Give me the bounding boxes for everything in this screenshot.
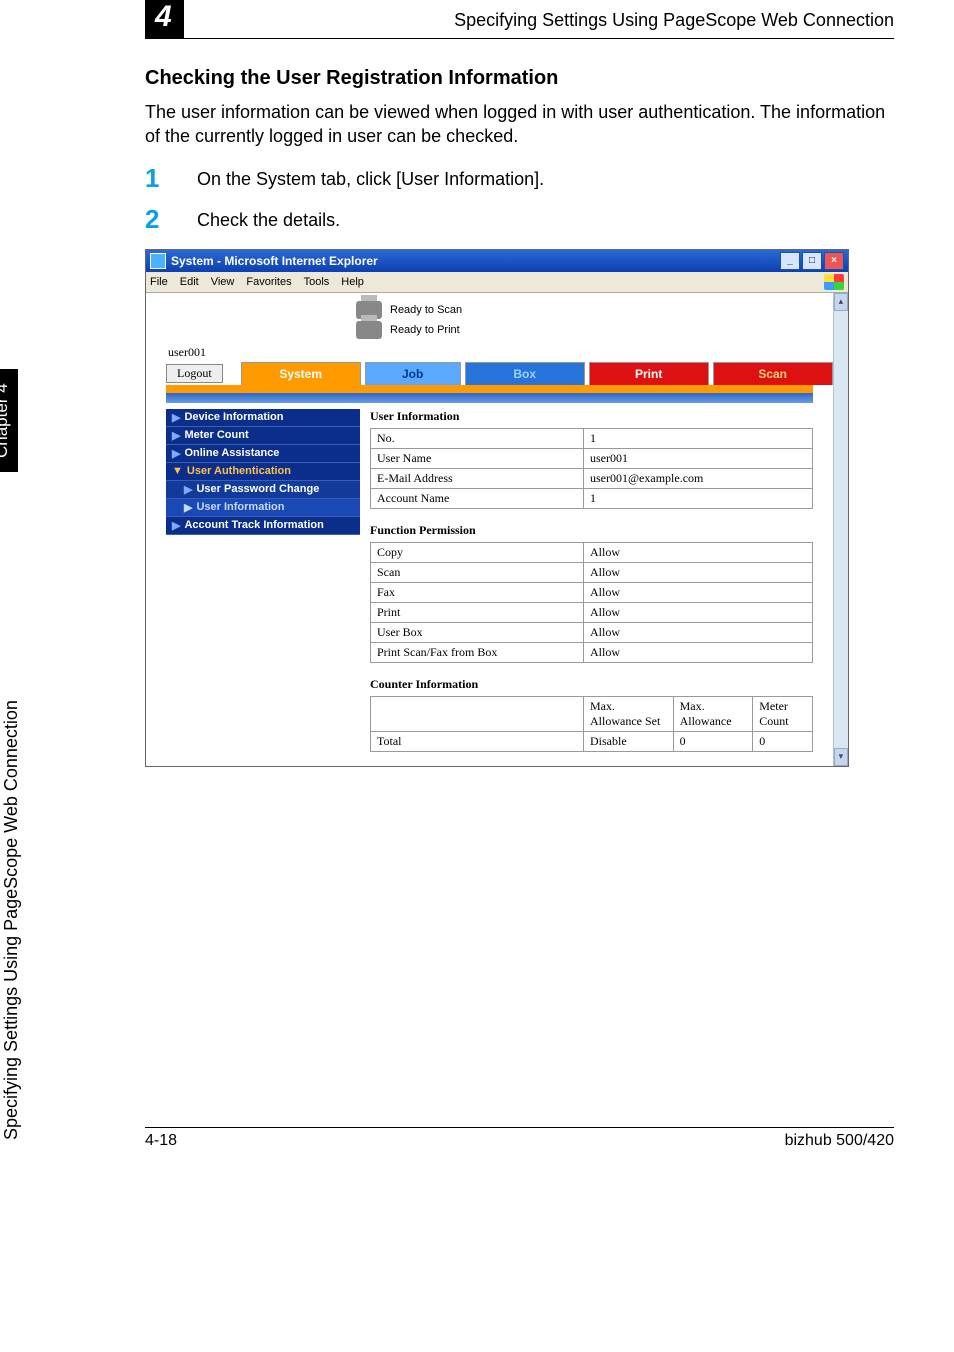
side-running-title: Specifying Settings Using PageScope Web … [1, 700, 22, 1140]
footer-model: bizhub 500/420 [785, 1132, 894, 1150]
nav-account-track-information[interactable]: ▶Account Track Information [166, 517, 360, 535]
window-title: System - Microsoft Internet Explorer [171, 254, 378, 268]
counter-information-table: Max. Allowance Set Max. Allowance Meter … [370, 696, 813, 752]
step-2: 2 Check the details. [145, 204, 894, 235]
screenshot-window: System - Microsoft Internet Explorer _ □… [145, 249, 849, 767]
menu-tools[interactable]: Tools [304, 276, 330, 288]
chapter-header: 4 Specifying Settings Using PageScope We… [145, 0, 894, 39]
nav-user-authentication[interactable]: ▼User Authentication [166, 463, 360, 481]
function-permission-table: CopyAllow ScanAllow FaxAllow PrintAllow … [370, 542, 813, 663]
user-information-table: No.1 User Nameuser001 E-Mail Addressuser… [370, 428, 813, 509]
window-titlebar: System - Microsoft Internet Explorer _ □… [146, 250, 848, 272]
close-button[interactable]: × [824, 252, 844, 270]
menu-file[interactable]: File [150, 276, 168, 288]
step-2-text: Check the details. [197, 204, 340, 235]
menu-help[interactable]: Help [341, 276, 364, 288]
nav-user-information[interactable]: ▶User Information [166, 499, 360, 517]
menu-bar: File Edit View Favorites Tools Help [146, 272, 848, 293]
nav-meter-count[interactable]: ▶Meter Count [166, 427, 360, 445]
side-tab: Chapter 4 Specifying Settings Using Page… [22, 440, 52, 1140]
tab-print[interactable]: Print [589, 362, 709, 385]
step-1-text: On the System tab, click [User Informati… [197, 163, 544, 194]
tab-system[interactable]: System [241, 362, 361, 385]
status-row-2: Ready to Print [146, 319, 833, 339]
chapter-number: 4 [145, 0, 184, 38]
step-1-number: 1 [145, 163, 171, 194]
content-pane: User Information No.1 User Nameuser001 E… [370, 409, 813, 752]
step-1: 1 On the System tab, click [User Informa… [145, 163, 894, 194]
side-chapter-label: Chapter 4 [0, 369, 18, 472]
nav-user-password-change[interactable]: ▶User Password Change [166, 481, 360, 499]
side-nav: ▶Device Information ▶Meter Count ▶Online… [166, 409, 360, 752]
chapter-title: Specifying Settings Using PageScope Web … [454, 10, 894, 31]
nav-device-information[interactable]: ▶Device Information [166, 409, 360, 427]
printer-icon [356, 321, 382, 339]
ie-icon [150, 253, 166, 269]
tab-job[interactable]: Job [365, 362, 461, 385]
windows-logo-icon [824, 274, 844, 290]
user-information-heading: User Information [370, 409, 813, 424]
tab-scan[interactable]: Scan [713, 362, 833, 385]
logout-button[interactable]: Logout [166, 364, 223, 383]
menu-favorites[interactable]: Favorites [246, 276, 291, 288]
menu-edit[interactable]: Edit [180, 276, 199, 288]
nav-online-assistance[interactable]: ▶Online Assistance [166, 445, 360, 463]
footer-page-number: 4-18 [145, 1132, 177, 1150]
scrollbar[interactable]: ▴ ▾ [833, 293, 848, 766]
status-row: Ready to Scan [146, 293, 833, 319]
tab-box[interactable]: Box [465, 362, 585, 385]
menu-view[interactable]: View [211, 276, 235, 288]
maximize-button[interactable]: □ [802, 252, 822, 270]
function-permission-heading: Function Permission [370, 523, 813, 538]
status-scan: Ready to Scan [390, 304, 462, 316]
section-heading: Checking the User Registration Informati… [145, 67, 894, 90]
section-paragraph: The user information can be viewed when … [145, 100, 894, 149]
step-2-number: 2 [145, 204, 171, 235]
minimize-button[interactable]: _ [780, 252, 800, 270]
scroll-up-button[interactable]: ▴ [834, 293, 848, 311]
page-footer: 4-18 bizhub 500/420 [145, 1127, 894, 1150]
status-print: Ready to Print [390, 324, 460, 336]
counter-information-heading: Counter Information [370, 677, 813, 692]
current-user-label: user001 [146, 339, 833, 362]
scroll-down-button[interactable]: ▾ [834, 748, 848, 766]
